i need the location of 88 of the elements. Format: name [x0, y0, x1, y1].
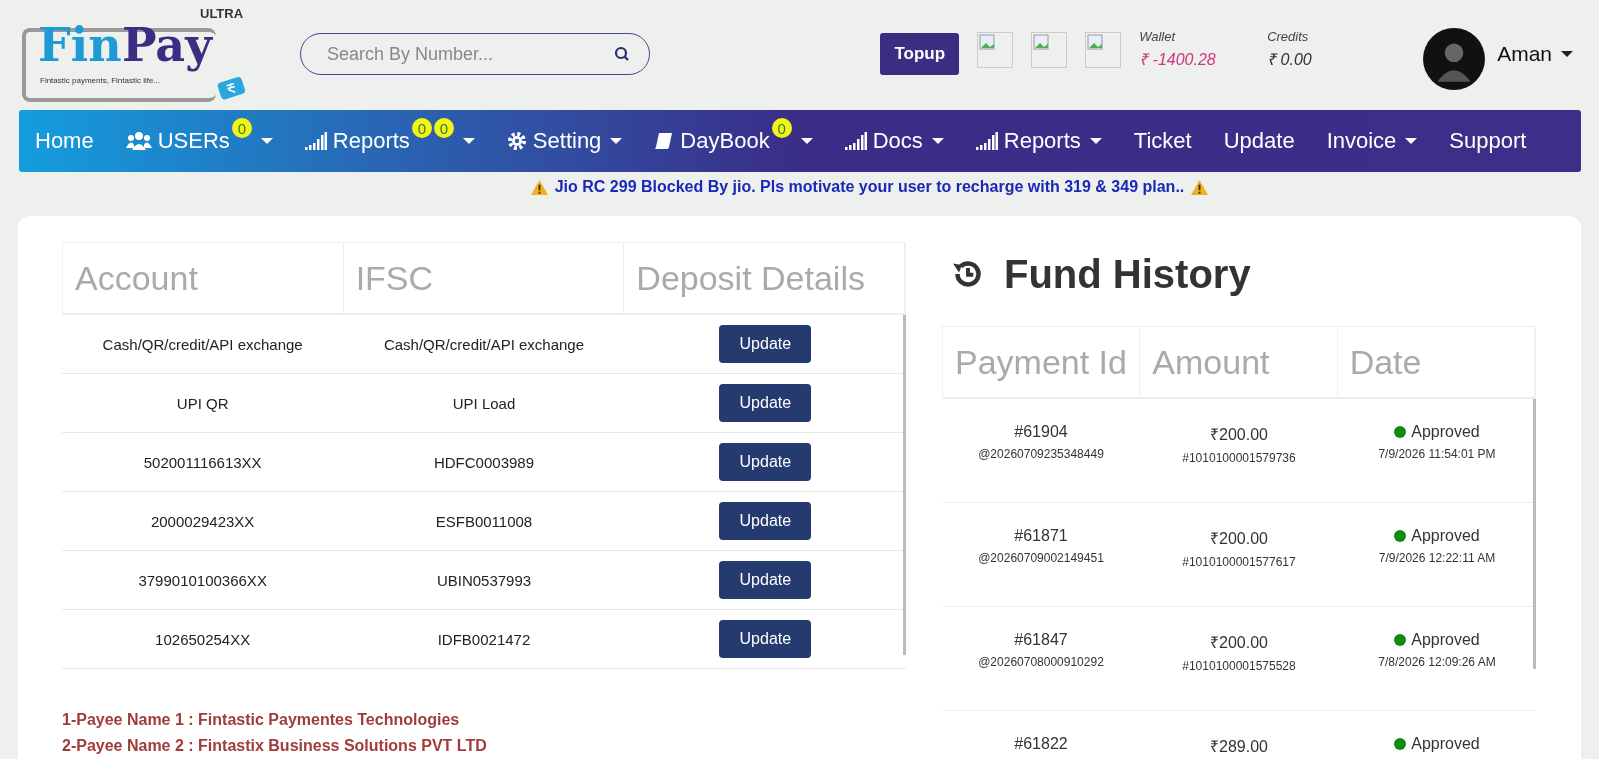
- nav-item[interactable]: USERs 0: [125, 118, 273, 164]
- transaction-id: #1010100001577617: [1182, 555, 1296, 569]
- table-cell-text: IDFB0021472: [436, 629, 532, 650]
- nav-item[interactable]: Support: [1449, 118, 1527, 164]
- search-field[interactable]: Search By Number...: [300, 33, 650, 75]
- nav-item[interactable]: Update: [1223, 118, 1295, 164]
- avatar-icon[interactable]: [1423, 28, 1486, 90]
- column-header: Payment Id: [943, 327, 1141, 397]
- scrollbar[interactable]: [903, 315, 906, 655]
- logo-label: ULTRA: [200, 6, 244, 21]
- column-header: IFSC: [343, 243, 625, 313]
- table-cell-text: 3799010100366XX: [137, 570, 268, 591]
- scrollbar[interactable]: [1533, 399, 1536, 669]
- payment-reference: @20260709235348449: [978, 447, 1104, 461]
- book-icon: [654, 131, 675, 151]
- update-button[interactable]: Update: [719, 502, 812, 540]
- logo-tagline: Fintastic payments, Fintastic life...: [40, 76, 161, 85]
- status-text: Approved: [1411, 423, 1480, 441]
- transaction-id: #1010100001575528: [1182, 659, 1296, 673]
- table-cell-text: ESFB0011008: [434, 511, 534, 532]
- nav-item[interactable]: Docs: [844, 118, 944, 164]
- column-header: Deposit Details: [624, 243, 905, 313]
- nav-item[interactable]: Invoice: [1326, 118, 1418, 164]
- credits-balance: ₹ 0.00: [1267, 49, 1313, 70]
- payment-id: #61871: [1014, 527, 1068, 545]
- table-cell-text: HDFC0003989: [432, 452, 535, 473]
- payee-text: 1-Payee Name 1 : Fintastic Paymentes Technologies: [62, 710, 461, 730]
- amount: ₹200.00: [1210, 529, 1268, 549]
- section-title: Fund History: [1004, 251, 1251, 297]
- transaction-id: #1010100001579736: [1182, 451, 1296, 465]
- broken-image-icon: [1031, 32, 1068, 68]
- payment-reference: @20260709002149451: [978, 551, 1104, 565]
- signal-bars-icon: [844, 132, 867, 150]
- update-button[interactable]: Update: [719, 384, 812, 422]
- date-time: 7/8/2026 12:09:26 AM: [1378, 655, 1496, 669]
- table-cell-text: UPI QR: [175, 393, 230, 414]
- count-badge: 0: [771, 118, 792, 138]
- payee-text: 2-Payee Name 2 : Fintastix Business Solutions PVT LTD: [62, 736, 488, 756]
- table-cell-text: 502001116613XX: [142, 452, 263, 473]
- search-icon[interactable]: [614, 46, 630, 62]
- nav-item[interactable]: Reports: [975, 118, 1102, 164]
- table-cell-text: UBIN0537993: [435, 570, 533, 591]
- table-cell-text: 2000029423XX: [149, 511, 256, 532]
- user-menu[interactable]: Aman: [1491, 41, 1579, 67]
- users-icon: [125, 131, 152, 151]
- nav-item[interactable]: Setting: [506, 118, 623, 164]
- wallet-label: Wallet: [1139, 28, 1177, 44]
- payment-id: #61822: [1014, 735, 1068, 753]
- wallet-balance: ₹ -1400.28: [1139, 49, 1217, 70]
- nav-item[interactable]: DayBook 0: [654, 118, 813, 164]
- table-cell-text: 102650254XX: [154, 629, 252, 650]
- signal-bars-icon: [975, 132, 998, 150]
- update-button[interactable]: Update: [719, 620, 812, 658]
- settings-icon: [506, 131, 527, 151]
- broken-image-icon: [977, 32, 1014, 68]
- column-header: Amount: [1140, 327, 1338, 397]
- payment-id: #61847: [1014, 631, 1068, 649]
- column-header: Account: [63, 243, 344, 313]
- date-time: 7/9/2026 11:54:01 PM: [1378, 447, 1496, 461]
- warning-icon: [529, 178, 549, 196]
- nav-item[interactable]: Reports 0 0: [304, 118, 475, 164]
- amount: ₹289.00: [1210, 737, 1268, 757]
- table-cell-text: Cash/QR/credit/API exchange: [382, 334, 586, 355]
- payment-reference: @20260708000910292: [978, 655, 1104, 669]
- alert-message: Jio RC 299 Blocked By jio. Pls motivate your user to recharge with 319 & 349 plan..: [554, 178, 1185, 196]
- logo-text: Fin: [38, 22, 122, 68]
- update-button[interactable]: Update: [719, 443, 812, 481]
- broken-image-icon: [1085, 32, 1122, 68]
- payment-id: #61904: [1014, 423, 1068, 441]
- table-cell-text: UPI Load: [451, 393, 517, 414]
- update-button[interactable]: Update: [719, 561, 812, 599]
- topup-button[interactable]: Topup: [880, 33, 960, 75]
- update-button[interactable]: Update: [719, 325, 812, 363]
- nav-item[interactable]: Ticket: [1133, 118, 1192, 164]
- count-badge: 0: [231, 118, 252, 138]
- status-text: Approved: [1411, 527, 1480, 545]
- count-badge: 0: [433, 118, 454, 138]
- count-badge: 0: [411, 118, 432, 138]
- credits-label: Credits: [1267, 28, 1310, 44]
- signal-bars-icon: [304, 132, 327, 150]
- column-header: Date: [1337, 327, 1535, 397]
- amount: ₹200.00: [1210, 425, 1268, 445]
- status-text: Approved: [1411, 631, 1480, 649]
- table-cell-text: Cash/QR/credit/API exchange: [101, 334, 304, 355]
- status-text: Approved: [1411, 735, 1480, 753]
- amount: ₹200.00: [1210, 633, 1268, 653]
- warning-icon: [1190, 178, 1210, 196]
- date-time: 7/9/2026 12:22:11 AM: [1378, 551, 1496, 565]
